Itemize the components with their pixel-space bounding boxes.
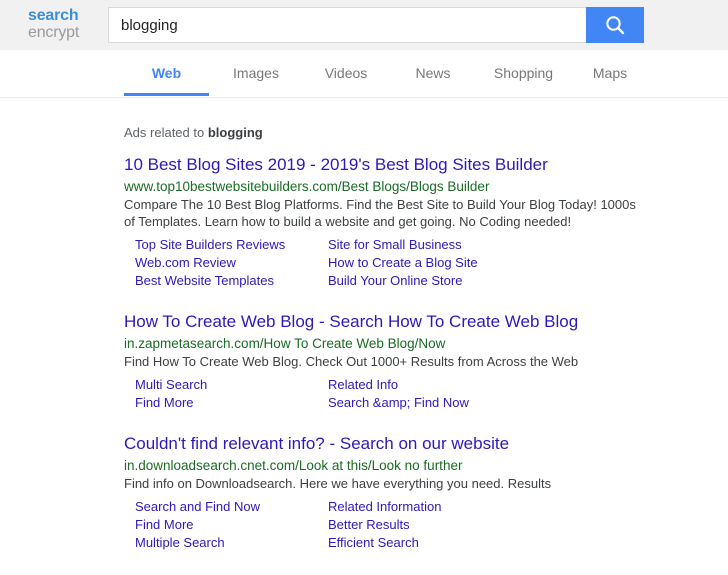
ad-sitelinks: Search and Find Now Related Information … (124, 498, 728, 552)
sitelink[interactable]: Find More (135, 394, 194, 412)
results-container: Ads related to blogging 10 Best Blog Sit… (0, 98, 728, 552)
tab-shopping[interactable]: Shopping (477, 50, 570, 96)
page-header: search encrypt (0, 0, 728, 50)
ad-result: 10 Best Blog Sites 2019 - 2019's Best Bl… (124, 154, 728, 290)
sitelink[interactable]: Efficient Search (328, 534, 419, 552)
ad-title-link[interactable]: How To Create Web Blog - Search How To C… (124, 311, 578, 332)
sitelink[interactable]: Web.com Review (135, 254, 236, 272)
sitelink[interactable]: Search &amp; Find Now (328, 394, 469, 412)
ads-related-label: Ads related to blogging (124, 125, 728, 140)
ad-sitelinks: Multi Search Related Info Find More Sear… (124, 376, 728, 412)
sitelink[interactable]: Search and Find Now (135, 498, 260, 516)
nav-tab-list: Web Images Videos News Shopping Maps (0, 50, 728, 97)
ad-description: Compare The 10 Best Blog Platforms. Find… (124, 197, 636, 229)
sitelink[interactable]: How to Create a Blog Site (328, 254, 478, 272)
sitelink[interactable]: Related Info (328, 376, 398, 394)
tab-news[interactable]: News (389, 50, 477, 96)
search-icon (603, 13, 627, 37)
ad-description: Find How To Create Web Blog. Check Out 1… (124, 354, 579, 369)
ad-url[interactable]: in.zapmetasearch.com/How To Create Web B… (124, 335, 445, 352)
sitelink[interactable]: Multi Search (135, 376, 207, 394)
sitelink[interactable]: Better Results (328, 516, 410, 534)
ad-url[interactable]: in.downloadsearch.cnet.com/Look at this/… (124, 457, 462, 474)
ad-title-link[interactable]: Couldn't find relevant info? - Search on… (124, 433, 509, 454)
sitelink[interactable]: Site for Small Business (328, 236, 462, 254)
ad-result: How To Create Web Blog - Search How To C… (124, 311, 728, 412)
sitelink[interactable]: Top Site Builders Reviews (135, 236, 285, 254)
sitelink[interactable]: Build Your Online Store (328, 272, 462, 290)
search-input[interactable] (108, 7, 586, 43)
results-nav: Web Images Videos News Shopping Maps (0, 50, 728, 98)
ad-result: Couldn't find relevant info? - Search on… (124, 433, 728, 552)
site-logo[interactable]: search encrypt (0, 8, 100, 41)
sitelink[interactable]: Find More (135, 516, 194, 534)
logo-text-encrypt: encrypt (28, 24, 80, 41)
logo-text-search: search (28, 7, 79, 25)
ad-title-link[interactable]: 10 Best Blog Sites 2019 - 2019's Best Bl… (124, 154, 548, 175)
ad-description: Find info on Downloadsearch. Here we hav… (124, 476, 552, 491)
search-bar (108, 7, 644, 43)
sitelink[interactable]: Best Website Templates (135, 272, 274, 290)
tab-videos[interactable]: Videos (303, 50, 389, 96)
ad-sitelinks: Top Site Builders Reviews Site for Small… (124, 236, 728, 290)
search-button[interactable] (586, 7, 644, 43)
ads-related-term: blogging (207, 125, 263, 140)
tab-maps[interactable]: Maps (570, 50, 650, 96)
sitelink[interactable]: Related Information (328, 498, 441, 516)
ad-url[interactable]: www.top10bestwebsitebuilders.com/Best Bl… (124, 178, 489, 195)
sitelink[interactable]: Multiple Search (135, 534, 225, 552)
ads-related-prefix: Ads related to (124, 125, 208, 140)
tab-images[interactable]: Images (209, 50, 303, 96)
tab-web[interactable]: Web (124, 50, 209, 96)
